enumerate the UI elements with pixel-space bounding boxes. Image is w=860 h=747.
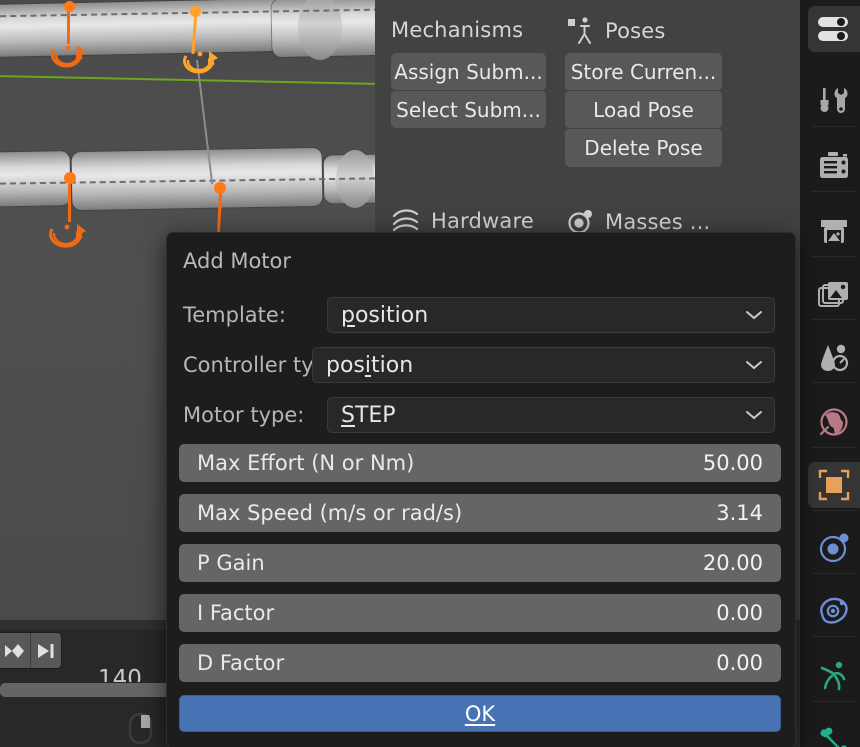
robot-link-bottom-left bbox=[0, 151, 71, 207]
pose-figure-icon bbox=[567, 16, 595, 46]
i-factor-field[interactable]: I Factor 0.00 bbox=[179, 594, 781, 632]
d-factor-value: 0.00 bbox=[716, 651, 763, 675]
object-square-icon bbox=[817, 468, 851, 502]
controller-type-label: Controller ty... bbox=[183, 353, 327, 377]
load-pose-button[interactable]: Load Pose bbox=[565, 91, 722, 128]
hardware-section-header: Hardware bbox=[391, 208, 534, 234]
tab-particles[interactable] bbox=[808, 588, 860, 634]
camera-back-icon bbox=[817, 151, 851, 181]
d-factor-field[interactable]: D Factor 0.00 bbox=[179, 644, 781, 682]
delete-pose-button[interactable]: Delete Pose bbox=[565, 129, 722, 167]
bone-icon bbox=[817, 726, 851, 747]
physics-orbit-icon bbox=[818, 532, 850, 564]
rotation-gizmo-3[interactable] bbox=[44, 218, 94, 256]
properties-tab-bar[interactable] bbox=[800, 0, 860, 747]
tab-bone[interactable] bbox=[808, 718, 860, 747]
tab-tool-settings[interactable] bbox=[808, 6, 860, 52]
robot-link-top bbox=[0, 0, 281, 58]
motor-type-row: Motor type: STEP bbox=[167, 395, 795, 435]
sliders-icon bbox=[815, 13, 853, 45]
tab-modifiers[interactable] bbox=[808, 525, 860, 571]
masses-title: Masses ... bbox=[605, 210, 711, 234]
current-frame-label: 140 bbox=[98, 666, 142, 682]
chevron-down-icon bbox=[745, 359, 763, 371]
properties-tab-column bbox=[808, 0, 860, 747]
poses-title: Poses bbox=[605, 19, 666, 43]
max-effort-label: Max Effort (N or Nm) bbox=[197, 451, 415, 475]
template-label: Template: bbox=[183, 303, 286, 327]
next-keyframe-button[interactable] bbox=[0, 633, 31, 668]
template-row: Template: position bbox=[167, 295, 795, 335]
running-figure-icon bbox=[817, 660, 851, 692]
mechanisms-button-group: Assign Subm... Select Subm... bbox=[391, 53, 546, 128]
poses-section-header: Poses bbox=[567, 16, 666, 46]
mechanisms-title: Mechanisms bbox=[391, 18, 524, 42]
images-icon bbox=[817, 279, 851, 309]
mouse-cursor-icon bbox=[128, 712, 156, 747]
template-select[interactable]: position bbox=[327, 297, 775, 333]
tab-output[interactable] bbox=[808, 208, 860, 254]
printer-icon bbox=[818, 215, 850, 247]
store-current-pose-button[interactable]: Store Curren... bbox=[565, 53, 722, 90]
max-speed-label: Max Speed (m/s or rad/s) bbox=[197, 501, 463, 525]
rotation-gizmo-2[interactable] bbox=[178, 46, 226, 82]
joint-stem-3 bbox=[68, 180, 71, 222]
controller-type-select[interactable]: position bbox=[312, 347, 775, 383]
ok-button[interactable]: OK bbox=[179, 695, 781, 732]
d-factor-label: D Factor bbox=[197, 651, 285, 675]
tab-world[interactable] bbox=[808, 399, 860, 445]
tab-scene[interactable] bbox=[808, 334, 860, 380]
joint-origin-1[interactable] bbox=[64, 1, 75, 12]
p-gain-label: P Gain bbox=[197, 551, 265, 575]
max-speed-field[interactable]: Max Speed (m/s or rad/s) 3.14 bbox=[179, 494, 781, 532]
assign-submechanism-button[interactable]: Assign Subm... bbox=[391, 53, 546, 90]
world-globe-icon bbox=[817, 405, 851, 439]
chevron-down-icon bbox=[745, 409, 763, 421]
playback-controls bbox=[0, 632, 62, 669]
max-speed-value: 3.14 bbox=[716, 501, 763, 525]
p-gain-value: 20.00 bbox=[702, 551, 763, 575]
i-factor-value: 0.00 bbox=[716, 601, 763, 625]
app-window: Mechanisms Poses Assign Subm... Select S… bbox=[0, 0, 860, 747]
joint-origin-4[interactable] bbox=[214, 182, 226, 194]
tab-physics[interactable] bbox=[808, 653, 860, 699]
select-submechanism-button[interactable]: Select Subm... bbox=[391, 91, 546, 128]
joint-origin-3[interactable] bbox=[64, 172, 76, 184]
max-effort-field[interactable]: Max Effort (N or Nm) 50.00 bbox=[179, 444, 781, 482]
motor-type-select[interactable]: STEP bbox=[327, 397, 775, 433]
tab-object[interactable] bbox=[808, 462, 860, 508]
jump-to-end-icon bbox=[36, 642, 56, 660]
hardware-title: Hardware bbox=[431, 209, 534, 233]
ok-button-label: OK bbox=[464, 701, 496, 726]
tab-tool[interactable] bbox=[808, 78, 860, 124]
motor-type-select-value: STEP bbox=[341, 402, 396, 428]
p-gain-field[interactable]: P Gain 20.00 bbox=[179, 544, 781, 582]
screwdriver-wrench-icon bbox=[817, 85, 851, 117]
hardware-icon bbox=[391, 208, 421, 234]
jump-to-end-button[interactable] bbox=[31, 633, 61, 668]
controller-type-row: Controller ty... position bbox=[167, 345, 795, 385]
motor-type-label: Motor type: bbox=[183, 403, 305, 427]
next-keyframe-icon bbox=[4, 642, 26, 660]
rotation-gizmo-1[interactable] bbox=[46, 40, 94, 76]
chevron-down-icon bbox=[745, 309, 763, 321]
cone-sphere-icon bbox=[818, 342, 850, 372]
i-factor-label: I Factor bbox=[197, 601, 275, 625]
add-motor-dialog[interactable]: Add Motor Template: position Controller … bbox=[166, 232, 796, 747]
mechanisms-section-header: Mechanisms bbox=[391, 18, 523, 42]
poses-button-group: Store Curren... Load Pose Delete Pose bbox=[565, 53, 722, 167]
tab-render[interactable] bbox=[808, 143, 860, 189]
template-select-value: position bbox=[341, 302, 429, 328]
controller-type-select-value: position bbox=[326, 352, 414, 378]
constraint-icon bbox=[817, 595, 851, 627]
tab-view-layer[interactable] bbox=[808, 271, 860, 317]
dialog-title: Add Motor bbox=[183, 249, 292, 273]
joint-origin-2[interactable] bbox=[190, 6, 201, 17]
max-effort-value: 50.00 bbox=[702, 451, 763, 475]
